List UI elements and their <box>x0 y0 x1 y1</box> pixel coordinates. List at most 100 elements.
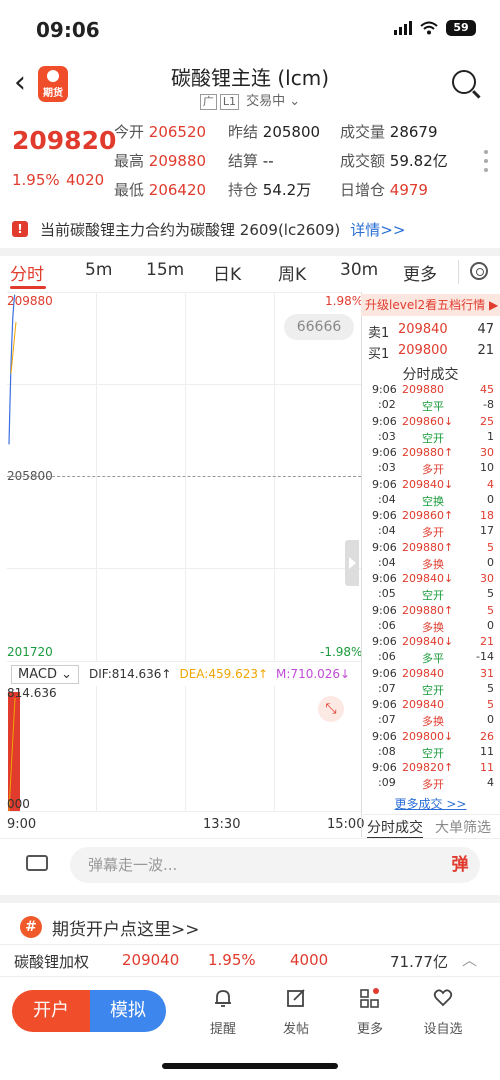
trade-row: 9:06 209880↑ 5:04 多换 0 <box>364 541 496 573</box>
price-line-svg <box>8 294 17 445</box>
trade-volume: 30 <box>480 572 494 585</box>
trade-volume: 5 <box>487 603 494 617</box>
macd-m: M:710.026↓ <box>276 667 351 681</box>
trade-row: 9:06 209860↑ 18:04 多开 17 <box>364 509 496 541</box>
trade-row: 9:06 209840 31:07 空开 5 <box>364 667 496 699</box>
trade-time: 9:06 <box>372 414 397 428</box>
tab-trades[interactable]: 分时成交 <box>367 817 423 839</box>
search-icon[interactable] <box>452 70 476 94</box>
fullscreen-icon[interactable]: ⤡ <box>318 696 344 722</box>
trade-kind: 空开 <box>422 589 444 602</box>
tab-daily[interactable]: 日K <box>213 260 241 285</box>
notice-link[interactable]: 详情>> <box>350 219 405 240</box>
macd-dif: DIF:814.636↑ <box>89 667 172 681</box>
trade-second: :02 <box>378 398 396 411</box>
level2-banner[interactable]: 升级level2看五档行情 ▶ <box>361 294 500 316</box>
more-dots-icon[interactable] <box>484 150 488 177</box>
trade-price: 209880 <box>402 383 444 396</box>
trade-kind: 多换 <box>422 715 444 728</box>
orderbook-buy1: 买1 209800 21 <box>368 343 494 362</box>
trade-volume: 45 <box>480 383 494 396</box>
page-subtitle[interactable]: 广 L1 交易中 ⌄ <box>0 90 500 110</box>
tab-5m[interactable]: 5m <box>85 260 112 280</box>
simulate-button[interactable]: 模拟 <box>90 990 166 1032</box>
nav-more[interactable]: 更多 <box>345 988 395 1037</box>
danmaku-input[interactable]: 弹幕走一波... <box>70 847 480 883</box>
contract-change: 4000 <box>290 951 329 969</box>
nav-add-watchlist[interactable]: 设自选 <box>418 988 468 1037</box>
expand-panel-handle[interactable] <box>345 540 359 586</box>
quote-open: 今开 206520 <box>114 123 207 141</box>
trade-row: 9:06 209840↓ 30:05 空开 5 <box>364 572 496 604</box>
trade-price: 209840 <box>402 698 444 711</box>
trade-second: :06 <box>378 618 396 632</box>
trade-row: 9:06 209880 45:02 空平 -8 <box>364 383 496 415</box>
tab-more[interactable]: 更多 <box>403 260 437 285</box>
tab-15m[interactable]: 15m <box>146 260 184 280</box>
tab-big-order-filter[interactable]: 大单筛选 <box>435 817 491 837</box>
trade-second: :06 <box>378 650 396 663</box>
quote-low: 最低 206420 <box>114 181 207 199</box>
time-start: 9:00 <box>7 817 37 832</box>
grid-line <box>274 686 275 811</box>
time-end: 15:00 <box>327 817 365 832</box>
quote-oi-change: 日增仓 4979 <box>340 181 428 199</box>
status-icons: 59 <box>394 20 476 36</box>
trades-title: 分时成交 <box>402 367 459 383</box>
trade-price: 209840↓ <box>402 572 454 585</box>
notice-text: 当前碳酸锂主力合约为碳酸锂 2609(lc2609) <box>40 220 341 239</box>
trade-delta: 5 <box>487 587 494 600</box>
trade-kind: 空换 <box>422 494 444 508</box>
danmaku-send-button[interactable]: 弹 <box>440 847 480 883</box>
trade-second: :03 <box>378 461 396 474</box>
nav-remind[interactable]: 提醒 <box>198 988 248 1037</box>
danmaku-bubble[interactable]: 66666 <box>284 314 354 340</box>
weighted-contract-row[interactable]: 碳酸锂加权 209040 1.95% 4000 71.77亿 ︿ <box>0 944 500 976</box>
trade-delta: 0 <box>487 713 494 726</box>
trade-volume: 4 <box>487 477 494 491</box>
trade-delta: 11 <box>480 744 494 758</box>
notice-bar[interactable]: ! 当前碳酸锂主力合约为碳酸锂 2609(lc2609) 详情>> <box>0 210 500 248</box>
trade-kind: 空开 <box>422 431 444 445</box>
trade-delta: 10 <box>480 461 494 474</box>
trade-price: 209840 <box>402 666 444 680</box>
quote-prev-settle: 昨结 205800 <box>228 123 321 141</box>
trade-time: 9:06 <box>372 477 397 491</box>
change-pct: 1.95% <box>12 171 60 189</box>
macd-selector[interactable]: MACD ⌄ <box>11 664 79 684</box>
divider <box>0 248 500 256</box>
trade-delta: 0 <box>487 555 494 569</box>
macd-row: MACD ⌄ DIF:814.636↑ DEA:459.623↑ M:710.0… <box>7 663 361 685</box>
tab-weekly[interactable]: 周K <box>278 260 306 285</box>
signal-icon <box>394 21 412 35</box>
active-tab-indicator <box>10 286 46 289</box>
open-account-button[interactable]: 开户 <box>12 990 90 1032</box>
macd-bars <box>8 692 20 811</box>
nav-post[interactable]: 发帖 <box>271 988 321 1037</box>
macd-dea: DEA:459.623↑ <box>179 667 269 681</box>
trade-row: 9:06 209840 5:07 多换 0 <box>364 698 496 730</box>
gear-icon[interactable] <box>470 262 488 280</box>
tab-divider <box>458 260 459 284</box>
trade-time: 9:06 <box>372 446 397 459</box>
trade-price: 209880↑ <box>402 603 454 617</box>
tab-timeshare[interactable]: 分时 <box>10 260 44 285</box>
quote-volume: 成交量 28679 <box>340 123 438 141</box>
quote-settle: 结算 -- <box>228 152 274 170</box>
chevron-up-icon[interactable]: ︿ <box>462 949 477 970</box>
trade-time: 9:06 <box>372 383 397 396</box>
trade-price: 209820↑ <box>402 761 454 774</box>
trade-price: 209860↑ <box>402 509 454 522</box>
open-account-promo[interactable]: # 期货开户点这里>> <box>0 910 500 944</box>
trade-volume: 5 <box>487 698 494 711</box>
tab-30m[interactable]: 30m <box>340 260 378 280</box>
trade-delta: 1 <box>487 429 494 443</box>
danmaku-toggle-icon[interactable] <box>26 855 48 871</box>
trade-volume: 25 <box>480 414 494 428</box>
grid-line <box>96 686 97 811</box>
macd-bottom-value: 000 <box>7 797 30 811</box>
trade-delta: 17 <box>480 524 494 537</box>
trade-volume: 26 <box>480 729 494 743</box>
nav-post-label: 发帖 <box>282 1022 309 1037</box>
more-trades-link[interactable]: 更多成交 >> <box>361 795 500 812</box>
